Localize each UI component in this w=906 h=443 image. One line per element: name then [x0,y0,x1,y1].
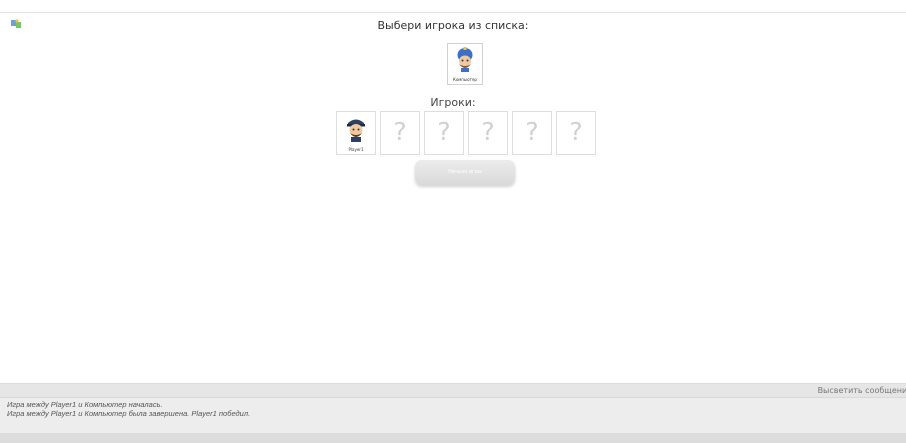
log-line: Игра между Player1 и Компьютер была заве… [7,409,251,418]
player-slot-3[interactable]: ? [424,111,464,155]
player-name: Player1 [348,147,364,152]
start-game-button[interactable]: Начало игры [415,160,515,185]
candidate-computer-card[interactable]: Компьютер [447,43,483,85]
player-slot-1[interactable]: Player1 [336,111,376,155]
empty-slot-question-icon: ? [481,117,495,146]
top-divider [0,12,906,13]
chat-input-bar[interactable] [0,433,906,443]
log-line: Игра между Player1 и Компьютер началась. [7,400,163,409]
player-slot-6[interactable]: ? [556,111,596,155]
empty-slot-question-icon: ? [437,117,451,146]
candidate-name: Компьютер [453,77,477,82]
log-messages: Игра между Player1 и Компьютер началась.… [0,398,906,418]
empty-slot-question-icon: ? [525,117,539,146]
highlight-messages-button[interactable]: Высветить сообщения [818,384,906,397]
empty-slot-question-icon: ? [393,117,407,146]
message-log-panel: Высветить сообщения Игра между Player1 и… [0,383,906,443]
players-title: Игроки: [430,96,476,109]
player-slot-4[interactable]: ? [468,111,508,155]
player1-avatar-icon [347,119,365,142]
computer-avatar-icon [457,47,473,72]
game-lobby: Выбери игрока из списка: Компьютер Игрок… [0,0,906,443]
empty-slot-question-icon: ? [569,117,583,146]
player-slot-2[interactable]: ? [380,111,420,155]
player-slot-5[interactable]: ? [512,111,552,155]
log-toolbar: Высветить сообщения [0,384,906,398]
select-player-title: Выбери игрока из списка: [377,19,529,32]
